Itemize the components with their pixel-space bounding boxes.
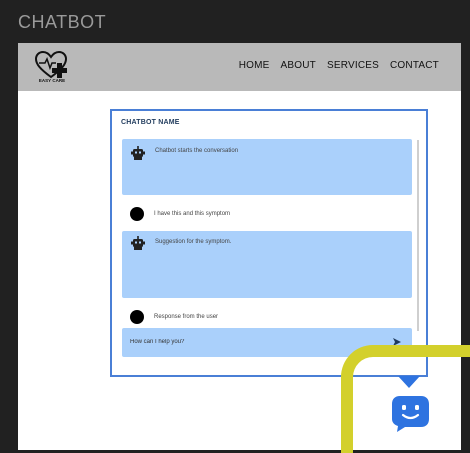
user-message-text: I have this and this symptom <box>154 211 231 217</box>
chat-input[interactable] <box>130 336 370 348</box>
nav-item-services[interactable]: SERVICES <box>327 60 379 71</box>
easy-care-logo[interactable]: EASY CARE <box>34 50 70 85</box>
logo-text: EASY CARE <box>38 78 66 83</box>
chat-scrollbar[interactable] <box>417 140 419 331</box>
robot-icon <box>131 146 145 160</box>
robot-icon <box>131 236 145 250</box>
nav-item-about[interactable]: ABOUT <box>281 60 316 71</box>
nav-item-home[interactable]: HOME <box>239 60 270 71</box>
nav-item-contact[interactable]: CONTACT <box>390 60 439 71</box>
bot-message: Chatbot starts the conversation <box>122 139 412 195</box>
user-avatar <box>130 207 144 221</box>
bot-message-text: Chatbot starts the conversation <box>155 148 239 154</box>
chatbot-name: CHATBOT NAME <box>121 119 180 126</box>
bot-message: Suggestion for the symptom. <box>122 231 412 298</box>
chat-launcher-button[interactable] <box>391 395 430 433</box>
nav-menu: HOME ABOUT SERVICES CONTACT <box>239 60 439 71</box>
bot-message-text: Suggestion for the symptom. <box>155 239 232 245</box>
frame-title: CHATBOT <box>18 12 107 32</box>
user-message-text: Response from the user <box>154 314 219 320</box>
pointer-arrow-icon <box>398 376 420 388</box>
heart-logo-icon <box>34 50 68 79</box>
navbar: EASY CARE HOME ABOUT SERVICES CONTACT <box>18 43 461 91</box>
chatbot-window: CHATBOT NAME Chatbot starts the conversa… <box>110 109 428 377</box>
user-avatar <box>130 310 144 324</box>
